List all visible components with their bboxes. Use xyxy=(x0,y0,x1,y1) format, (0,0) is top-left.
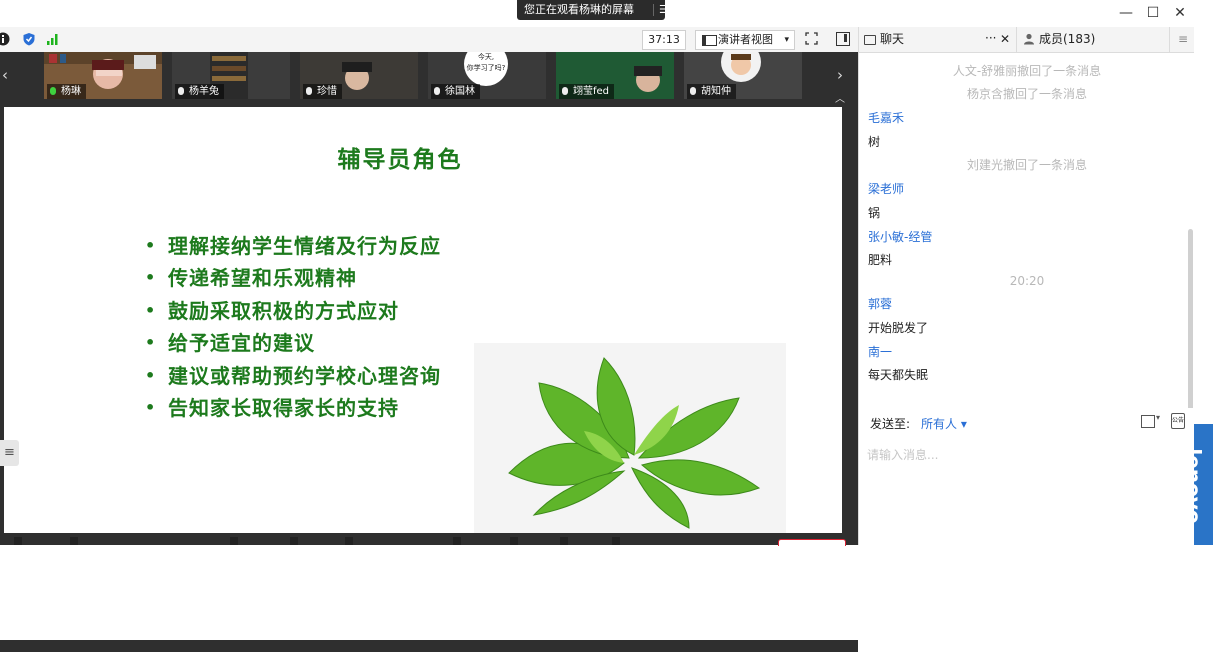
slide-title: 辅导员角色 xyxy=(337,147,463,173)
system-message: 刘建光撤回了一条消息 xyxy=(966,158,1087,172)
message-text: 树 xyxy=(868,135,881,149)
message-sender[interactable]: 梁老师 xyxy=(868,180,904,197)
panel-menu-icon[interactable]: ≡ xyxy=(1169,27,1196,52)
message-text: 锅 xyxy=(868,206,881,220)
desktop-edge xyxy=(1194,27,1213,424)
svg-text:今天,: 今天, xyxy=(478,52,494,61)
close-window-button[interactable]: ✕ xyxy=(1169,3,1191,23)
message-timestamp: 20:20 xyxy=(1009,274,1045,288)
chat-panel-tabs: 聊天 ··· ✕ 成员(183) ≡ xyxy=(859,27,1195,53)
video-tile[interactable]: 今天, 你学习了吗? 徐国林 xyxy=(428,52,546,99)
chevron-down-icon: ▾ xyxy=(784,35,789,45)
list-item: • 建议或帮助预约学校心理咨询 xyxy=(145,363,441,388)
list-item: • 给予适宜的建议 xyxy=(145,331,315,356)
message-sender[interactable]: 毛嘉禾 xyxy=(868,109,904,126)
apps-icon[interactable] xyxy=(510,537,518,545)
meeting-controls-bar xyxy=(0,640,858,652)
person-icon xyxy=(1024,33,1034,45)
minimize-button[interactable]: — xyxy=(1115,3,1137,23)
settings-icon[interactable] xyxy=(612,537,620,545)
meeting-timer: 37:13 xyxy=(642,30,686,50)
mic-icon[interactable] xyxy=(14,537,22,545)
security-shield-icon[interactable] xyxy=(22,32,36,46)
more-options-icon[interactable]: ··· xyxy=(985,27,996,49)
camera-icon[interactable] xyxy=(70,537,78,545)
mic-muted-icon xyxy=(306,87,312,95)
message-sender[interactable]: 南一 xyxy=(868,343,892,360)
list-item: • 传递希望和乐观精神 xyxy=(145,266,357,291)
message-text: 肥料 xyxy=(868,253,893,267)
collapse-strip-icon[interactable]: ︿ xyxy=(830,90,850,106)
banner-menu-icon[interactable]: ☰ xyxy=(659,0,669,20)
message-sender[interactable]: 郭蓉 xyxy=(868,295,892,312)
video-tile[interactable]: 胡知仲 xyxy=(684,52,802,99)
maximize-button[interactable]: ☐ xyxy=(1142,3,1164,23)
mic-on-icon xyxy=(50,87,56,95)
window-titlebar: 您正在观看杨琳的屏幕 ☰ — ☐ ✕ xyxy=(0,0,1213,27)
participant-name: 杨琳 xyxy=(47,84,86,99)
layout-toggle-icon[interactable] xyxy=(836,32,850,46)
presentation-slide: 辅导员角色 • 理解接纳学生情绪及行为反应 • 传递希望和乐观精神 • 鼓励采取积极的… xyxy=(4,107,842,533)
view-mode-label: 演讲者视图 xyxy=(718,33,773,46)
list-item: • 理解接纳学生情绪及行为反应 xyxy=(145,234,441,258)
mic-muted-icon xyxy=(178,87,184,95)
participant-video-strip: ‹ 杨琳 杨羊兔 珍惜 今天, 你学习了吗? 徐国林 翊莹fed 胡知仲 › ︿ xyxy=(0,52,858,107)
participant-name: 胡知仲 xyxy=(687,84,736,99)
chat-compose-area: 发送至: 所有人 ▾ ▾ 公告 xyxy=(859,408,1195,545)
participants-icon[interactable] xyxy=(290,537,298,545)
shared-screen-area: 辅导员角色 • 理解接纳学生情绪及行为反应 • 传递希望和乐观精神 • 鼓励采取积极的… xyxy=(0,107,858,652)
svg-text:你学习了吗?: 你学习了吗? xyxy=(467,63,506,72)
video-tile[interactable]: 杨羊兔 xyxy=(172,52,290,99)
share-screen-icon[interactable] xyxy=(230,537,238,545)
list-item: • 鼓励采取积极的方式应对 xyxy=(145,298,399,323)
message-text: 每天都失眠 xyxy=(868,368,929,382)
send-to-label: 发送至: xyxy=(870,417,911,431)
reactions-icon[interactable] xyxy=(453,537,461,545)
strip-prev-arrow[interactable]: ‹ xyxy=(0,52,14,99)
slide-bullet-list: • 理解接纳学生情绪及行为反应 • 传递希望和乐观精神 • 鼓励采取积极的方式应对 •… xyxy=(145,230,441,424)
lenovo-logo: lenovo xyxy=(1194,424,1213,545)
meeting-toolbar: 37:13 演讲者视图 ▾ xyxy=(0,27,858,53)
screen-share-banner[interactable]: 您正在观看杨琳的屏幕 ☰ xyxy=(517,0,669,20)
chat-icon[interactable] xyxy=(560,537,568,545)
video-tile[interactable]: 珍惜 xyxy=(300,52,418,99)
chevron-down-icon[interactable]: ▾ xyxy=(1156,413,1160,422)
side-panel-toggle-icon[interactable]: ≡ xyxy=(0,440,19,466)
mint-leaves-image xyxy=(474,343,786,533)
chat-scrollbar[interactable] xyxy=(1188,229,1193,433)
banner-divider xyxy=(653,4,654,16)
message-text: 开始脱发了 xyxy=(868,321,929,335)
system-message: 人文-舒雅丽撤回了一条消息 xyxy=(952,64,1102,78)
participant-name: 珍惜 xyxy=(303,84,342,99)
mic-muted-icon xyxy=(434,87,440,95)
tab-chat-label: 聊天 xyxy=(880,32,905,46)
view-mode-dropdown[interactable]: 演讲者视图 ▾ xyxy=(695,30,795,50)
participant-name: 徐国林 xyxy=(431,84,480,99)
close-chat-icon[interactable]: ✕ xyxy=(1000,27,1010,51)
announcement-icon[interactable]: 公告 xyxy=(1171,413,1185,429)
mic-muted-icon xyxy=(690,87,696,95)
participant-name: 翊莹fed xyxy=(559,84,615,99)
chat-bubble-icon xyxy=(864,35,876,45)
record-icon[interactable] xyxy=(345,537,353,545)
tab-members[interactable]: 成员(183) xyxy=(1016,27,1169,52)
mic-muted-icon xyxy=(562,87,568,95)
file-send-icon[interactable] xyxy=(1141,415,1155,428)
video-tile[interactable]: 翊莹fed xyxy=(556,52,674,99)
info-icon[interactable] xyxy=(0,32,10,46)
chat-panel: 聊天 ··· ✕ 成员(183) ≡ 人文-舒雅丽撤回了一条消息 杨京含撤回了一… xyxy=(858,27,1195,545)
message-sender[interactable]: 张小敏-经管 xyxy=(868,228,932,245)
tab-members-label: 成员(183) xyxy=(1039,32,1096,46)
fullscreen-icon[interactable] xyxy=(805,32,818,45)
chat-message-input[interactable] xyxy=(867,435,1185,475)
recipient-dropdown[interactable]: 所有人 ▾ xyxy=(921,415,967,432)
share-banner-text: 您正在观看杨琳的屏幕 xyxy=(524,3,634,16)
chat-message-list[interactable]: 人文-舒雅丽撤回了一条消息 杨京含撤回了一条消息 毛嘉禾 树 刘建光撤回了一条消… xyxy=(859,53,1195,433)
list-item: • 告知家长取得家长的支持 xyxy=(145,395,399,420)
speaker-view-icon xyxy=(702,35,717,46)
video-tile[interactable]: 杨琳 xyxy=(44,52,162,99)
signal-strength-icon[interactable] xyxy=(46,32,60,46)
participant-name: 杨羊兔 xyxy=(175,84,224,99)
system-message: 杨京含撤回了一条消息 xyxy=(966,87,1087,101)
